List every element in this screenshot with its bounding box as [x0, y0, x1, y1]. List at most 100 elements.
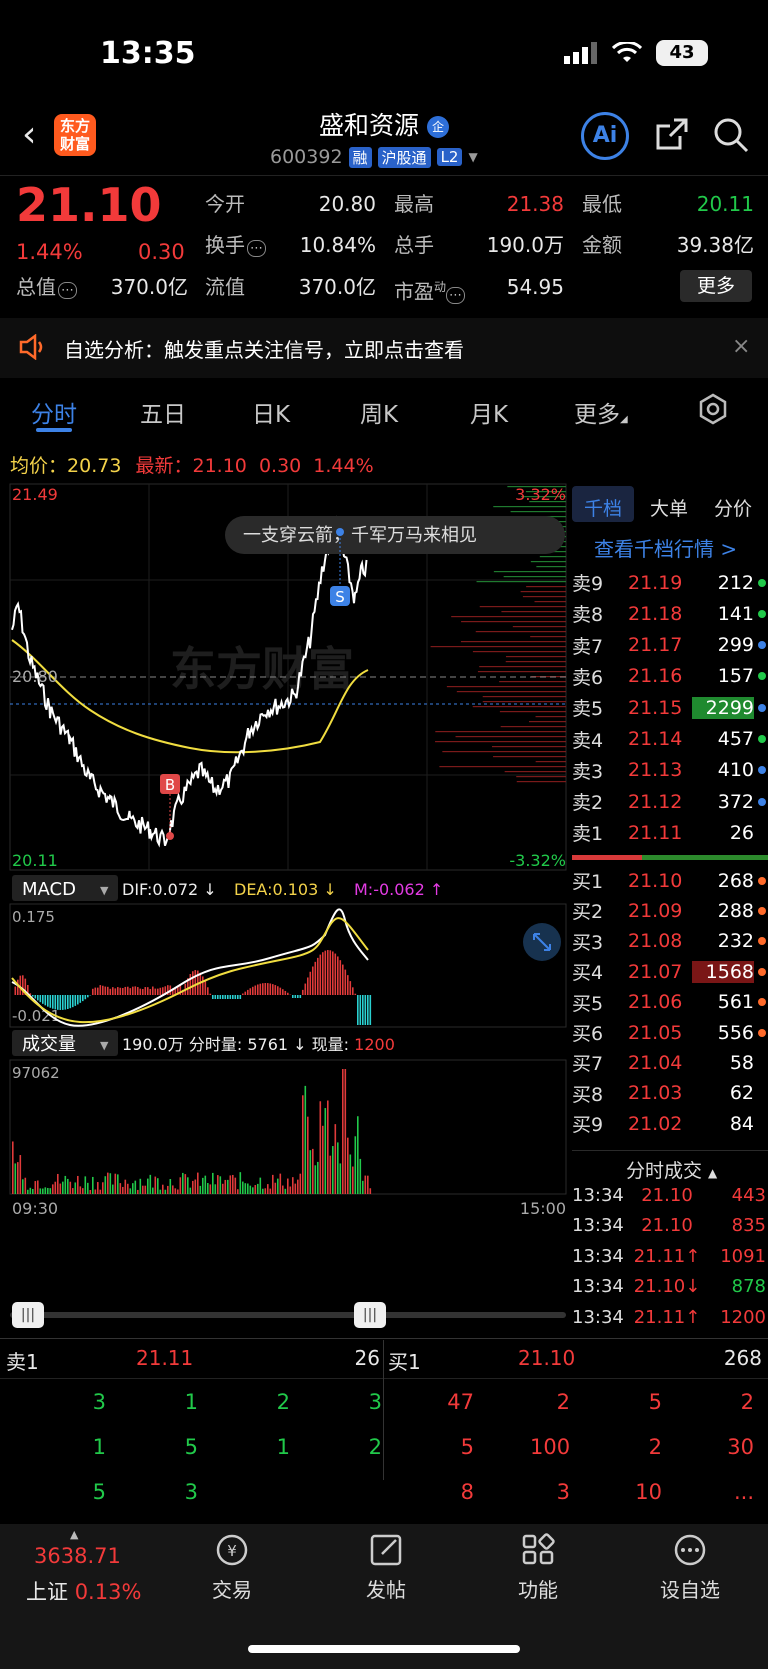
volume-bar	[367, 1175, 369, 1194]
macd-bar	[94, 987, 97, 995]
bid-row[interactable]: 买8 21.03 62	[572, 1078, 768, 1109]
nav-add-watchlist[interactable]: 设自选	[640, 1532, 740, 1603]
ai-button[interactable]: Ai	[581, 112, 629, 160]
depth-bar	[499, 681, 566, 683]
queue-buy-qty: 100	[530, 1435, 571, 1459]
ask-row[interactable]: 卖1 21.11 26	[572, 817, 768, 848]
gear-icon[interactable]	[697, 393, 729, 425]
macd-bar	[302, 989, 304, 995]
market-cap-label[interactable]: 总值 ⋯	[16, 272, 77, 302]
macd-bar	[84, 995, 87, 1000]
volume-bar	[172, 1185, 174, 1194]
time-range-slider[interactable]	[10, 1312, 566, 1318]
macd-bar	[222, 995, 224, 999]
tab-weekly-k[interactable]: 周K	[360, 395, 398, 429]
search-icon[interactable]	[712, 116, 750, 154]
volume-bar	[132, 1183, 134, 1194]
volume-bar	[282, 1185, 284, 1194]
tab-big-order[interactable]: 大单	[650, 494, 688, 521]
volume-bar	[182, 1172, 184, 1194]
trades-title[interactable]: 分时成交 ▲	[626, 1156, 717, 1183]
bid-row[interactable]: 买5 21.06 561	[572, 987, 768, 1018]
volume-value: 190.0万	[486, 233, 564, 257]
macd-bar	[109, 988, 112, 995]
index-name[interactable]: 上证 0.13%	[26, 1576, 141, 1606]
bid-vol: 556	[717, 1021, 754, 1044]
depth-bar	[501, 611, 566, 613]
bid-row[interactable]: 买7 21.04 58	[572, 1047, 768, 1078]
volume-bar	[277, 1178, 279, 1194]
bid-row[interactable]: 买2 21.09 288	[572, 895, 768, 926]
volume-bar	[119, 1183, 122, 1194]
bid-row[interactable]: 买1 21.10 268	[572, 865, 768, 896]
macd-bar	[202, 976, 204, 995]
ask-row[interactable]: 卖2 21.12 372	[572, 786, 768, 817]
tab-intraday[interactable]: 分时	[31, 395, 77, 429]
volume-bar	[84, 1176, 87, 1194]
stock-title[interactable]: 盛和资源 企	[0, 106, 768, 142]
latest-value: 21.10	[192, 455, 247, 477]
volume-bar	[234, 1177, 237, 1194]
intraday-chart[interactable]: 东方财富 21.49 20.80 20.11 3.32% -3.32% 一支穿云…	[0, 480, 568, 1300]
ask-price: 21.13	[628, 759, 683, 782]
bid-row[interactable]: 买6 21.05 556	[572, 1017, 768, 1048]
depth-bar	[535, 761, 566, 763]
ask-row[interactable]: 卖8 21.18 141	[572, 598, 768, 629]
volume-bar	[87, 1182, 89, 1194]
volume-bar	[219, 1176, 222, 1194]
tab-5day[interactable]: 五日	[140, 395, 186, 429]
macd-bar	[334, 953, 337, 995]
bid-row[interactable]: 买4 21.07 1568	[572, 956, 768, 987]
stock-code-line[interactable]: 600392 融 沪股通 L2 ▼	[270, 146, 478, 168]
share-icon[interactable]	[654, 116, 690, 152]
volume-bar	[44, 1187, 47, 1194]
volume-bar	[339, 1163, 342, 1194]
nav-post-label: 发帖	[366, 1578, 406, 1602]
nav-functions[interactable]: 功能	[488, 1532, 588, 1603]
pe-label[interactable]: 市盈动⋯	[394, 272, 466, 304]
turnover-label[interactable]: 换手 ⋯	[205, 230, 266, 260]
volume-panel-frame	[9, 1059, 567, 1195]
ask-row[interactable]: 卖6 21.16 157	[572, 661, 768, 692]
ask-label: 卖2	[572, 792, 604, 815]
volume-bar	[317, 1161, 319, 1194]
ask-row[interactable]: 卖5 21.15 2299	[572, 692, 768, 723]
pe-value: 54.95	[506, 275, 564, 299]
tab-price-split[interactable]: 分价	[714, 494, 752, 521]
ask-row[interactable]: 卖3 21.13 410	[572, 755, 768, 786]
trade-price: 21.11↑	[633, 1306, 701, 1328]
depth-bar	[460, 641, 566, 643]
volume-bar	[359, 1158, 362, 1194]
tab-monthly-k[interactable]: 月K	[470, 395, 508, 429]
depth-bar	[493, 756, 566, 758]
ask-row[interactable]: 卖9 21.19 212	[572, 567, 768, 598]
tab-more[interactable]: 更多◢	[574, 395, 628, 429]
nav-post[interactable]: 发帖	[336, 1532, 436, 1603]
close-icon[interactable]: ×	[732, 334, 750, 359]
avg-price-line: 均价：20.73 最新：21.10 0.30 1.44%	[10, 451, 374, 478]
slider-handle-right[interactable]: |||	[354, 1302, 386, 1328]
volume-bar	[129, 1188, 132, 1194]
order-dot	[758, 967, 766, 976]
order-dot	[758, 876, 766, 885]
view-1000-link[interactable]: 查看千档行情 >	[594, 533, 737, 562]
bid-row[interactable]: 买9 21.02 84	[572, 1108, 768, 1139]
macd-bar	[67, 995, 69, 1010]
trade-vol: 443	[731, 1185, 766, 1206]
slider-handle-left[interactable]: |||	[12, 1302, 44, 1328]
bid-row[interactable]: 买3 21.08 232	[572, 926, 768, 957]
index-value[interactable]: 3638.71	[34, 1544, 121, 1568]
nav-trade[interactable]: ¥ 交易	[182, 1532, 282, 1603]
volume-bar	[349, 1154, 352, 1194]
notice-text[interactable]: 自选分析：触发重点关注信号，立即点击查看	[64, 334, 464, 363]
volume-bar	[142, 1185, 144, 1194]
tab-daily-k[interactable]: 日K	[252, 395, 290, 429]
tab-level-1000[interactable]: 千档	[584, 494, 622, 521]
volume-bar	[124, 1179, 127, 1194]
volume-bar	[304, 1085, 307, 1194]
volume-bar	[269, 1188, 272, 1194]
more-button[interactable]: 更多	[680, 270, 752, 302]
ask-row[interactable]: 卖7 21.17 299	[572, 630, 768, 661]
volume-bar	[47, 1187, 49, 1194]
ask-row[interactable]: 卖4 21.14 457	[572, 724, 768, 755]
